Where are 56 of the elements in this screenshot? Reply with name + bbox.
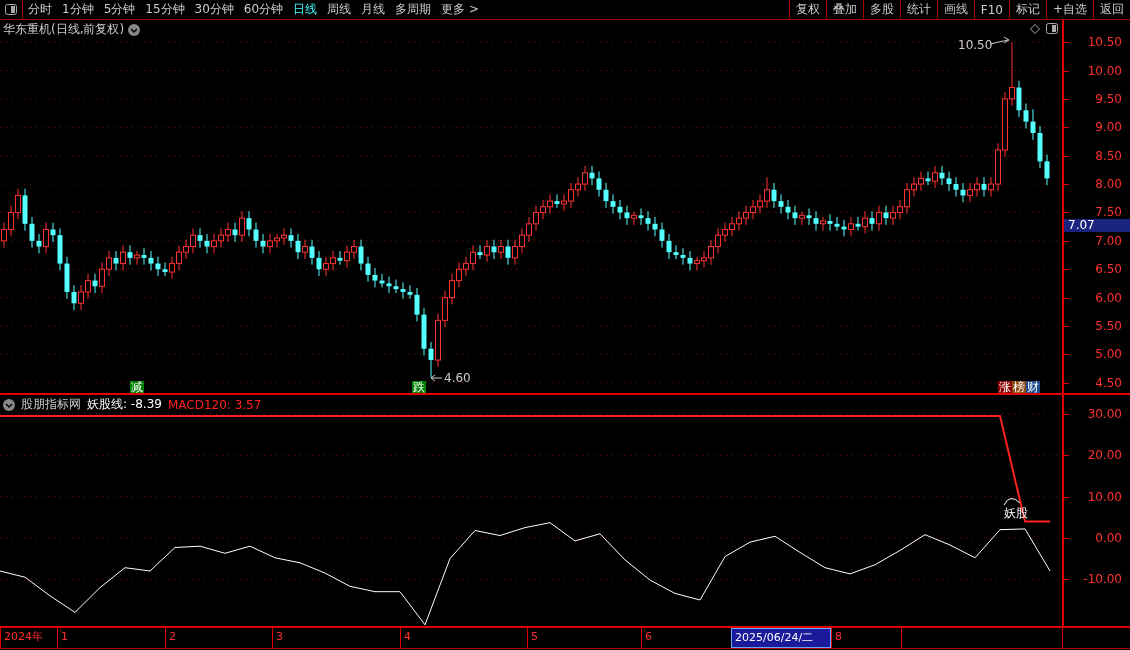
period-tab[interactable]: 多周期: [390, 1, 437, 18]
period-tab[interactable]: 更多 >: [436, 1, 484, 18]
time-axis-label: 1: [57, 628, 165, 648]
callout-bubble: [1003, 498, 1021, 506]
indicator-axis-label: 0.00: [1095, 530, 1122, 545]
current-price-tag: 7.07: [1064, 218, 1130, 232]
period-tab[interactable]: 15分钟: [140, 1, 190, 18]
time-axis-label: 8: [831, 628, 901, 648]
time-axis-label: 2025/06/24/二: [731, 628, 831, 648]
low-marker-arrow: [430, 374, 443, 382]
period-tab[interactable]: 月线: [356, 1, 391, 18]
indicator-axis-label: -10.00: [1083, 572, 1122, 587]
indicator-axis-label: 30.00: [1087, 407, 1122, 421]
period-tab[interactable]: 分时: [23, 1, 57, 18]
signal-tag: 跌: [412, 381, 426, 393]
time-axis-label: 2: [165, 628, 272, 648]
price-axis-label: 5.50: [1095, 319, 1122, 333]
price-axis-label: 6.00: [1095, 290, 1122, 305]
period-tab[interactable]: 60分钟: [238, 1, 289, 18]
panel-toggle-icon[interactable]: [1046, 23, 1058, 34]
signal-tag: 减: [130, 381, 144, 393]
legend-value: 妖股线: -8.39: [87, 396, 162, 413]
time-axis-label: 5: [527, 628, 641, 648]
period-tab[interactable]: 1分钟: [57, 1, 99, 18]
indicator-axis-label: 20.00: [1087, 448, 1122, 463]
price-axis-label: 7.00: [1095, 233, 1122, 248]
period-tab[interactable]: 30分钟: [189, 1, 239, 18]
price-axis-label: 8.00: [1095, 177, 1122, 192]
price-axis-label: 6.50: [1095, 262, 1122, 277]
time-axis-label: 2024年: [0, 628, 57, 648]
indicator-source: 股朋指标网: [21, 396, 81, 413]
price-axis-label: 10.50: [1087, 35, 1122, 50]
diamond-icon[interactable]: [1030, 23, 1040, 34]
price-axis-label: 8.50: [1095, 148, 1122, 163]
price-axis-label: 4.50: [1095, 375, 1122, 390]
price-axis-label: 9.50: [1095, 91, 1122, 106]
badge-tag: 榜: [1012, 381, 1026, 393]
period-tab[interactable]: 周线: [322, 1, 357, 18]
time-axis-label: 4: [400, 628, 527, 648]
period-tab[interactable]: 日线: [288, 1, 323, 18]
badge-tag: 涨: [998, 381, 1012, 393]
high-price-label: 10.50: [958, 38, 993, 52]
low-price-label: 4.60: [444, 371, 471, 385]
price-axis-label: 10.00: [1087, 63, 1122, 78]
chevron-down-icon[interactable]: [128, 23, 141, 36]
chart-title: 华东重机(日线,前复权): [3, 21, 125, 38]
chevron-down-icon[interactable]: [3, 398, 15, 411]
time-axis-label: 3: [272, 628, 400, 648]
legend-value: MACD120: 3.57: [167, 397, 262, 412]
price-axis-label: 9.00: [1095, 120, 1122, 135]
price-axis-label: 5.00: [1095, 347, 1122, 362]
price-axis-label: 7.50: [1095, 205, 1122, 220]
panel-toggle-icon[interactable]: [5, 4, 17, 15]
period-tab[interactable]: 5分钟: [98, 1, 141, 18]
badge-tag: 财: [1026, 381, 1040, 393]
indicator-axis-label: 10.00: [1087, 489, 1122, 504]
